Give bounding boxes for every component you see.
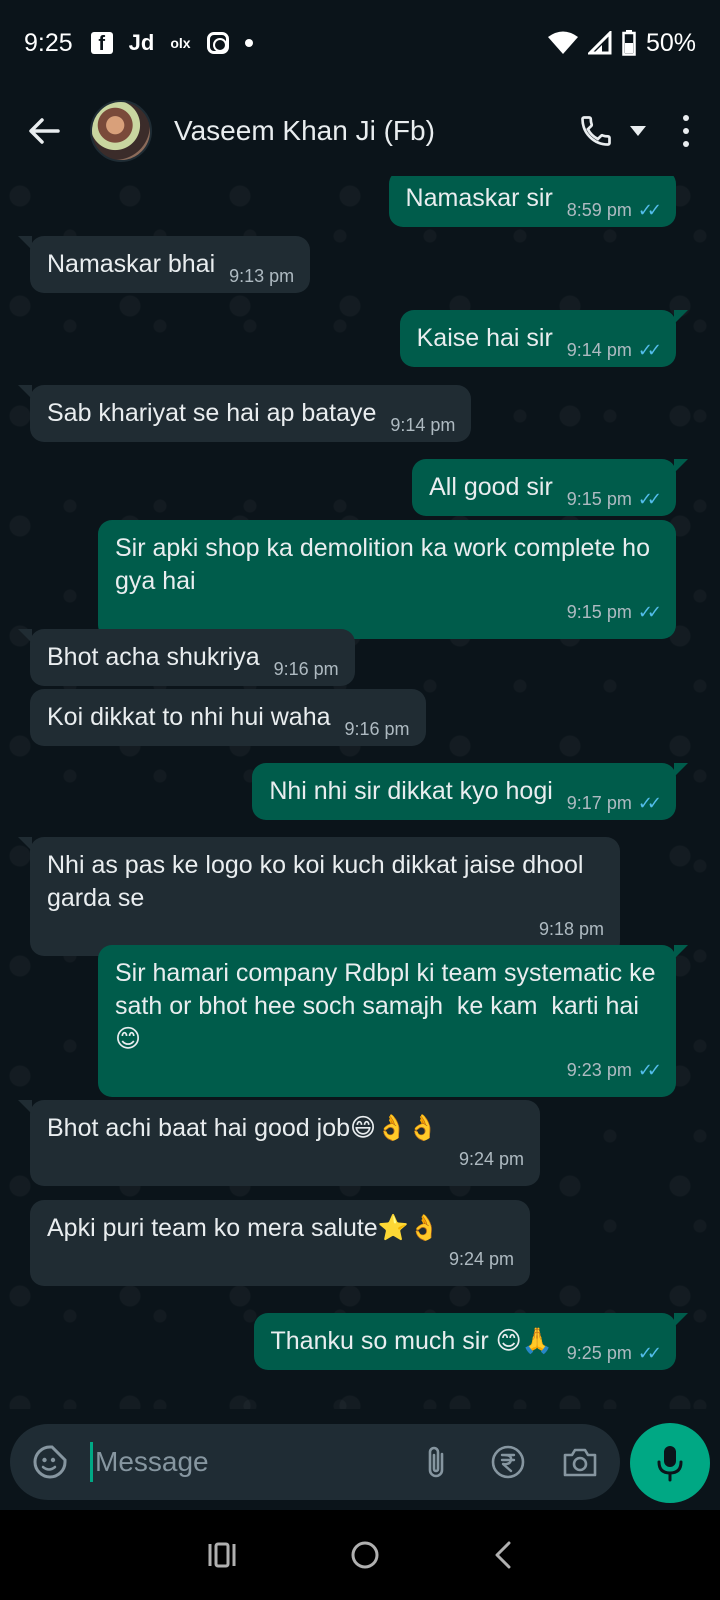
message-time: 9:25 pm <box>566 1343 632 1363</box>
status-time: 9:25 <box>24 28 73 57</box>
message-outgoing[interactable]: Nhi nhi sir dikkat kyo hogi 9:17 pm ✓✓ <box>252 763 688 820</box>
system-navigation-bar <box>0 1510 720 1600</box>
message-time: 9:14 pm <box>390 415 456 435</box>
dropdown-arrow-icon <box>630 126 646 136</box>
battery-icon <box>622 30 636 56</box>
message-outgoing[interactable]: Sir hamari company Rdbpl ki team systema… <box>98 945 688 1097</box>
recent-apps-icon[interactable] <box>207 1542 237 1568</box>
read-ticks-icon: ✓✓ <box>637 1343 662 1363</box>
message-input-box[interactable]: Message <box>10 1424 620 1500</box>
phone-icon <box>581 116 611 146</box>
read-ticks-icon: ✓✓ <box>637 340 662 360</box>
message-time: 8:59 pm <box>566 200 632 220</box>
battery-percent: 50% <box>645 28 696 57</box>
read-ticks-icon: ✓✓ <box>637 489 662 509</box>
read-ticks-icon: ✓✓ <box>637 602 662 622</box>
back-nav-icon[interactable] <box>493 1540 513 1570</box>
instagram-icon <box>206 32 229 54</box>
message-incoming[interactable]: Sab khariyat se hai ap bataye 9:14 pm <box>17 385 472 442</box>
message-time: 9:24 pm <box>448 1249 514 1269</box>
home-icon[interactable] <box>350 1540 380 1570</box>
read-ticks-icon: ✓✓ <box>637 200 662 220</box>
microphone-icon <box>657 1446 683 1482</box>
more-notifications-dot <box>244 39 253 47</box>
rupee-payment-icon[interactable] <box>490 1444 526 1480</box>
message-time: 9:23 pm <box>566 1060 632 1080</box>
message-time: 9:16 pm <box>344 719 410 739</box>
emoji-sticker-icon[interactable] <box>32 1444 68 1480</box>
wifi-icon <box>547 31 578 54</box>
notification-icons: f Jd olx <box>90 30 253 56</box>
message-time: 9:15 pm <box>566 602 632 622</box>
read-ticks-icon: ✓✓ <box>637 1060 662 1080</box>
chat-header: Vaseem Khan Ji (Fb) <box>0 86 720 176</box>
message-incoming[interactable]: Bhot acha shukriya 9:16 pm <box>18 629 355 686</box>
camera-icon[interactable] <box>562 1444 598 1480</box>
facebook-icon: f <box>90 32 113 55</box>
message-time: 9:14 pm <box>566 340 632 360</box>
message-incoming[interactable]: Namaskar bhai 9:13 pm <box>17 236 311 293</box>
message-time: 9:16 pm <box>273 659 339 679</box>
message-incoming[interactable]: Bhot achi baat hai good job😄👌👌 9:24 pm <box>18 1100 540 1186</box>
message-outgoing[interactable]: Namaskar sir 8:59 pm ✓✓ <box>388 176 676 227</box>
message-composer: Message <box>0 1409 720 1510</box>
attach-icon[interactable] <box>418 1444 454 1480</box>
overflow-menu-icon[interactable] <box>676 111 696 151</box>
text-cursor <box>90 1442 93 1482</box>
signal-icon <box>587 31 612 55</box>
message-outgoing[interactable]: Thanku so much sir 😊🙏 9:25 pm ✓✓ <box>253 1313 688 1370</box>
message-incoming[interactable]: Apki puri team ko mera salute⭐👌 9:24 pm <box>30 1200 530 1286</box>
message-time: 9:24 pm <box>458 1149 524 1169</box>
contact-name[interactable]: Vaseem Khan Ji (Fb) <box>174 115 578 147</box>
message-outgoing[interactable]: Sir apki shop ka demolition ka work comp… <box>98 520 676 639</box>
voice-call-button[interactable] <box>578 113 646 149</box>
message-time: 9:17 pm <box>566 793 632 813</box>
message-outgoing[interactable]: All good sir 9:15 pm ✓✓ <box>412 459 688 516</box>
message-input[interactable]: Message <box>95 1446 382 1478</box>
message-incoming[interactable]: Nhi as pas ke logo ko koi kuch dikkat ja… <box>18 837 620 956</box>
status-bar: 9:25 f Jd olx 50% <box>0 0 720 86</box>
back-arrow-icon[interactable] <box>24 111 64 151</box>
voice-message-button[interactable] <box>630 1423 710 1503</box>
message-outgoing[interactable]: Kaise hai sir 9:14 pm ✓✓ <box>399 310 689 367</box>
message-list[interactable]: Namaskar sir 8:59 pm ✓✓ Namaskar bhai 9:13 … <box>0 176 720 1409</box>
message-time: 9:15 pm <box>566 489 632 509</box>
olx-icon: olx <box>170 35 191 51</box>
message-incoming[interactable]: Koi dikkat to nhi hui waha 9:16 pm <box>30 689 426 746</box>
contact-avatar[interactable] <box>90 100 152 162</box>
read-ticks-icon: ✓✓ <box>637 793 662 813</box>
jd-icon: Jd <box>128 30 155 55</box>
message-time: 9:18 pm <box>538 919 604 939</box>
message-time: 9:13 pm <box>229 266 295 286</box>
